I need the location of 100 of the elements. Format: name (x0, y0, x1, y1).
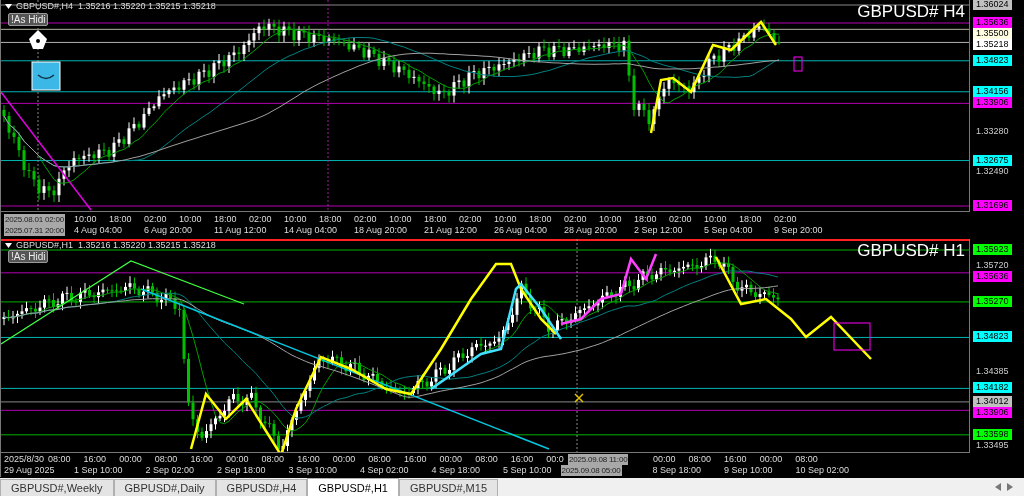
price-tag: 1.36024 (973, 0, 1012, 10)
time-tick: 1 Sep 10:00 (74, 465, 123, 475)
price-tag: 1.35636 (973, 271, 1012, 283)
price-tag: 1.35218 (973, 39, 1012, 50)
price-tag: 1.34182 (973, 382, 1012, 394)
time-tick: 18:00 (529, 214, 552, 224)
time-tick: 18:00 (424, 214, 447, 224)
time-tick: 02:00 (774, 214, 797, 224)
time-tick: 10:00 (179, 214, 202, 224)
chart-tab[interactable]: GBPUSD#,H1 (307, 478, 399, 496)
time-tick: 10:00 (74, 214, 97, 224)
price-tag: 1.35500 (973, 28, 1012, 39)
time-tick: 16:00 (510, 454, 534, 464)
time-tick: 9 Sep 20:00 (774, 225, 823, 235)
time-tick: 3 Sep 10:00 (288, 465, 338, 475)
time-tick: 02:00 (144, 214, 167, 224)
time-tick: 08:00 (795, 454, 818, 464)
scroll-right-icon[interactable] (1007, 483, 1013, 491)
price-tick: 1.33495 (975, 439, 1010, 451)
time-tick: 16:00 (403, 454, 427, 464)
time-tick: 00:00 (439, 454, 463, 464)
time-tick: 10:00 (389, 214, 412, 224)
crosshair-time-tag: 2025.07.31 20:00 (4, 225, 66, 236)
time-tick: 08:00 (154, 454, 178, 464)
time-tick: 02:00 (354, 214, 377, 224)
time-tick: 08:00 (48, 454, 71, 464)
time-tick: 10:00 (494, 214, 517, 224)
crosshair-time-tag: 2025.09.08 05:00 (560, 465, 622, 476)
scroll-left-icon[interactable] (995, 483, 1001, 491)
time-tick: 02:00 (459, 214, 482, 224)
time-tick: 00:00 (225, 454, 249, 464)
price-tick: 1.34385 (975, 366, 1010, 378)
time-tick: 11 Aug 12:00 (214, 225, 267, 235)
time-tick: 4 Sep 18:00 (431, 465, 481, 475)
price-tag: 1.35270 (973, 295, 1012, 307)
time-tick: 10:00 (284, 214, 307, 224)
time-tick: 16:00 (83, 454, 107, 464)
rectangle-marker (833, 322, 871, 351)
time-tick: 16:00 (724, 454, 747, 464)
smile-icon[interactable] (31, 61, 61, 91)
crosshair-time-tag: 2025.08.01 02:00 (4, 214, 66, 225)
time-tick: 4 Sep 02:00 (360, 465, 409, 475)
time-tick: 00:00 (759, 454, 783, 464)
time-tick: 08:00 (475, 454, 498, 464)
price-tag: 1.31696 (973, 200, 1012, 211)
price-tag: 1.34156 (973, 85, 1012, 97)
chart-title: GBPUSD# H1 (857, 241, 965, 261)
time-tick: 9 Sep 10:00 (724, 465, 773, 475)
indicator-button[interactable]: !As Hidi (8, 250, 49, 263)
time-tick: 18:00 (319, 214, 342, 224)
time-tick: 16:00 (297, 454, 320, 464)
time-tick: 8 Sep 18:00 (652, 465, 702, 475)
time-tick: 2 Sep 18:00 (217, 465, 266, 475)
time-tick: 6 Aug 20:00 (144, 225, 193, 235)
time-tick: 10 Sep 02:00 (795, 465, 850, 475)
chart-tab[interactable]: GBPUSD#,H4 (215, 479, 308, 496)
time-tick: 18:00 (109, 214, 132, 224)
time-tick: 00:00 (119, 454, 142, 464)
price-tag: 1.35636 (973, 17, 1012, 28)
time-tick: 2025/8/30 (4, 454, 45, 464)
time-tick: 2 Sep 12:00 (634, 225, 683, 235)
time-tick: 18 Aug 20:00 (354, 225, 408, 235)
time-tick: 08:00 (688, 454, 712, 464)
time-tick: 29 Aug 2025 (4, 465, 55, 475)
time-tick: 02:00 (669, 214, 692, 224)
time-tick: 5 Sep 10:00 (503, 465, 552, 475)
price-tag: 1.35923 (973, 244, 1012, 255)
time-tick: 18:00 (214, 214, 237, 224)
chart-tab[interactable]: GBPUSD#,Daily (113, 479, 216, 496)
indicator-button[interactable]: !As Hidi (8, 13, 49, 26)
time-tick: 00:00 (332, 454, 356, 464)
price-tag: 1.34012 (973, 395, 1012, 407)
time-tick: 21 Aug 12:00 (424, 225, 478, 235)
time-tick: 2 Sep 02:00 (145, 465, 195, 475)
time-tick: 02:00 (564, 214, 587, 224)
collapse-icon[interactable] (5, 3, 12, 9)
symbol-quote: GBPUSD#,H4 1.35216 1.35220 1.35215 1.35218 (16, 1, 216, 11)
price-tick: 1.35720 (975, 260, 1010, 272)
price-tick: 1.33280 (975, 126, 1010, 138)
time-tick: 00:0 (546, 454, 564, 464)
time-tick: 18:00 (634, 214, 657, 224)
price-tag: 1.32675 (973, 154, 1012, 166)
chart-tab[interactable]: GBPUSD#,M15 (399, 479, 498, 496)
price-tag: 1.33906 (973, 406, 1012, 418)
time-tick: 02:00 (249, 214, 272, 224)
time-tick: 00:00 (652, 454, 676, 464)
time-tick: 14 Aug 04:00 (284, 225, 338, 235)
price-tag: 1.34823 (973, 331, 1012, 343)
collapse-icon[interactable] (5, 242, 12, 248)
time-tick: 4 Aug 04:00 (74, 225, 123, 235)
price-tag: 1.34823 (973, 54, 1012, 66)
price-tag: 1.33598 (973, 428, 1012, 440)
time-tick: 08:00 (261, 454, 285, 464)
chart-title: GBPUSD# H4 (857, 2, 965, 22)
time-tick: 26 Aug 04:00 (494, 225, 548, 235)
rectangle-marker (793, 56, 803, 72)
time-tick: 08:00 (368, 454, 391, 464)
price-tag: 1.33906 (973, 97, 1012, 109)
time-tick: 10:00 (704, 214, 727, 224)
chart-tab[interactable]: GBPUSD#,Weekly (0, 479, 114, 496)
